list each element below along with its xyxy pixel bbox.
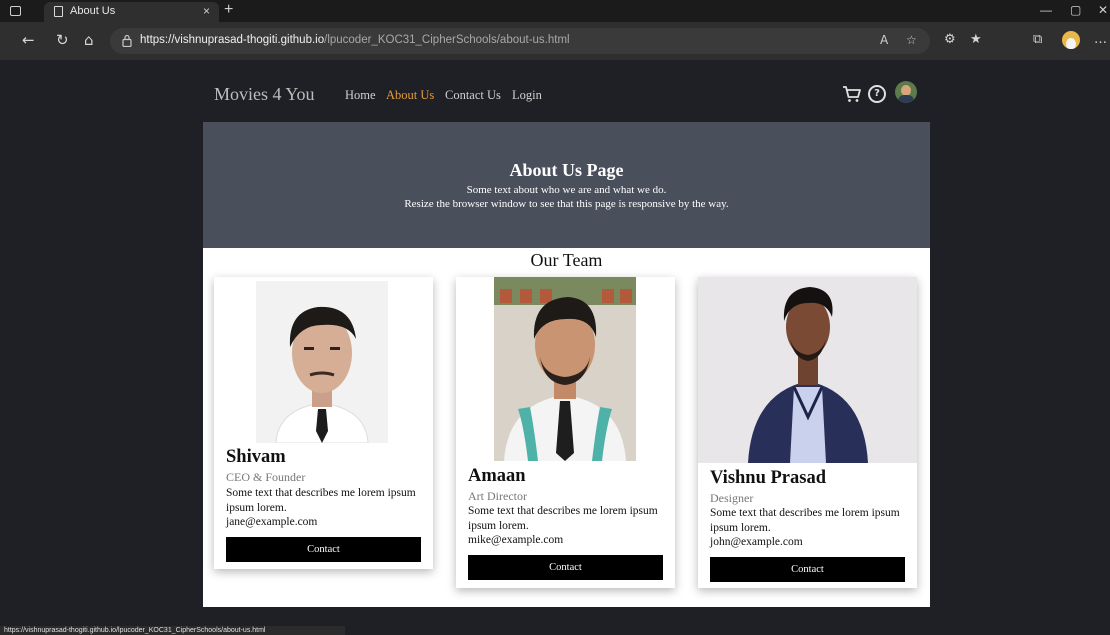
member-name: Amaan bbox=[468, 466, 526, 486]
cart-icon[interactable] bbox=[842, 85, 862, 103]
contact-button[interactable]: Contact bbox=[710, 557, 905, 582]
member-description: Some text that describes me lorem ipsum … bbox=[710, 507, 900, 534]
nav-about-us[interactable]: About Us bbox=[386, 88, 434, 103]
site-navbar: Movies 4 You Home About Us Contact Us Lo… bbox=[0, 60, 1110, 122]
read-aloud-icon[interactable]: A bbox=[880, 33, 888, 47]
profile-icon[interactable] bbox=[1062, 31, 1080, 49]
favorite-add-icon[interactable]: ☆ bbox=[906, 33, 917, 47]
browser-tab-bar: About Us × + — ▢ ✕ bbox=[0, 0, 1110, 22]
page-title: About Us Page bbox=[509, 160, 624, 180]
contact-button[interactable]: Contact bbox=[226, 537, 421, 562]
hero-text-line-1: Some text about who we are and what we d… bbox=[466, 184, 667, 196]
member-description: Some text that describes me lorem ipsum … bbox=[226, 487, 416, 514]
page-icon bbox=[54, 6, 63, 17]
lock-icon bbox=[122, 34, 132, 47]
window-menu-icon[interactable] bbox=[10, 6, 21, 16]
member-photo bbox=[256, 281, 388, 443]
hero-banner: About Us Page Some text about who we are… bbox=[203, 122, 930, 248]
status-bar-url: https://vishnuprasad-thogiti.github.io/l… bbox=[0, 626, 345, 635]
refresh-icon[interactable]: ↻ bbox=[56, 31, 69, 49]
favorites-icon[interactable]: ★ bbox=[970, 32, 982, 47]
more-icon[interactable]: … bbox=[1094, 32, 1107, 47]
brand-logo[interactable]: Movies 4 You bbox=[214, 84, 315, 105]
member-photo bbox=[698, 277, 917, 463]
member-email: jane@example.com bbox=[226, 516, 318, 528]
home-icon[interactable]: ⌂ bbox=[84, 31, 94, 49]
member-description: Some text that describes me lorem ipsum … bbox=[468, 505, 658, 532]
nav-home[interactable]: Home bbox=[345, 88, 376, 103]
member-title: CEO & Founder bbox=[226, 470, 306, 484]
back-icon[interactable]: ← bbox=[22, 31, 35, 49]
hero-text-line-2: Resize the browser window to see that th… bbox=[404, 198, 729, 210]
about-page: About Us Page Some text about who we are… bbox=[203, 122, 930, 607]
url-domain: https://vishnuprasad-thogiti.github.io bbox=[140, 34, 325, 46]
member-title: Designer bbox=[710, 491, 754, 505]
extensions-icon[interactable]: ⚙ bbox=[944, 32, 956, 47]
browser-tab[interactable]: About Us × bbox=[44, 2, 219, 22]
member-photo bbox=[494, 277, 636, 461]
restore-icon[interactable]: ▢ bbox=[1070, 3, 1081, 17]
url-path: /lpucoder_KOC31_CipherSchools/about-us.h… bbox=[324, 34, 570, 46]
team-card: Shivam CEO & Founder Some text that desc… bbox=[214, 277, 433, 569]
nav-contact-us[interactable]: Contact Us bbox=[445, 88, 501, 103]
tab-close-icon[interactable]: × bbox=[203, 4, 210, 18]
close-window-icon[interactable]: ✕ bbox=[1098, 3, 1108, 17]
member-email: john@example.com bbox=[710, 536, 803, 548]
team-card: Vishnu Prasad Designer Some text that de… bbox=[698, 277, 917, 588]
member-name: Vishnu Prasad bbox=[710, 468, 827, 488]
team-card: Amaan Art Director Some text that descri… bbox=[456, 277, 675, 588]
tab-title: About Us bbox=[70, 5, 116, 17]
minimize-icon[interactable]: — bbox=[1040, 3, 1052, 17]
nav-login[interactable]: Login bbox=[512, 88, 542, 103]
new-tab-button[interactable]: + bbox=[224, 1, 233, 19]
user-avatar[interactable] bbox=[895, 81, 917, 103]
contact-button[interactable]: Contact bbox=[468, 555, 663, 580]
member-name: Shivam bbox=[226, 447, 286, 467]
team-heading: Our Team bbox=[530, 250, 603, 270]
url-text: https://vishnuprasad-thogiti.github.io/l… bbox=[140, 34, 570, 46]
help-icon[interactable]: ? bbox=[868, 85, 886, 103]
address-bar[interactable]: https://vishnuprasad-thogiti.github.io/l… bbox=[110, 28, 930, 54]
collections-icon[interactable]: ⧉ bbox=[1033, 32, 1042, 47]
member-title: Art Director bbox=[468, 489, 527, 503]
member-email: mike@example.com bbox=[468, 534, 564, 546]
